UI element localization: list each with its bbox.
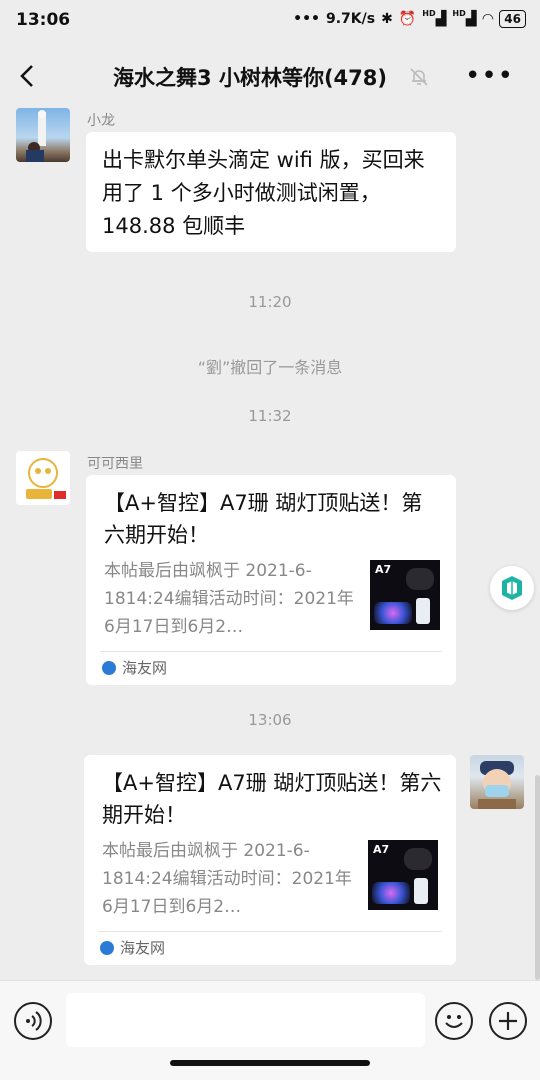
timestamp: 11:32	[248, 407, 292, 425]
signal-icon: ▟	[465, 11, 477, 27]
timestamp: 11:20	[248, 293, 292, 311]
cartoon-logo-icon	[26, 458, 66, 499]
card-divider	[100, 651, 442, 652]
signal-icon: ▟	[435, 11, 447, 27]
home-indicator[interactable]	[170, 1060, 370, 1066]
card-title: 【A+智控】A7珊 瑚灯顶贴送！第六期开始！	[102, 771, 442, 827]
phone-icon	[414, 878, 428, 904]
wifi-icon: ◠	[482, 11, 494, 27]
timestamp: 13:06	[248, 711, 292, 729]
status-icons: ••• 9.7K/s ✱ ⏰ HD▟ HD▟ ◠ 46	[293, 10, 526, 28]
link-card[interactable]: 【A+智控】A7珊 瑚灯顶贴送！第六期开始！ 本帖最后由飒枫于 2021-6-1…	[86, 475, 456, 685]
cube-icon	[502, 576, 522, 600]
avatar-xiaolong[interactable]	[16, 108, 70, 162]
statue-icon	[26, 110, 46, 162]
more-options-icon[interactable]: •••	[465, 63, 514, 89]
plus-icon	[499, 1012, 517, 1030]
source-logo-icon	[102, 660, 116, 675]
card-thumbnail: A7	[368, 840, 438, 910]
more-functions-button[interactable]	[489, 1002, 527, 1040]
scrollbar[interactable]	[535, 775, 540, 980]
smiley-icon	[445, 1015, 463, 1028]
signal-1: HD▟	[422, 9, 447, 28]
voice-icon	[26, 1011, 42, 1031]
status-bar: 13:06 ••• 9.7K/s ✱ ⏰ HD▟ HD▟ ◠ 46	[0, 0, 540, 44]
battery-icon: 46	[499, 10, 526, 28]
thumb-label: A7	[373, 843, 390, 856]
coral-glow	[372, 882, 410, 904]
avatar-kekexili[interactable]	[16, 451, 70, 505]
recall-notice: “劉”撤回了一条消息	[197, 358, 343, 377]
source-name: 海友网	[122, 659, 168, 677]
thumb-label: A7	[375, 563, 392, 576]
coral-glow	[374, 602, 412, 624]
emoji-button[interactable]	[435, 1002, 473, 1040]
sender-name: 小龙	[87, 113, 115, 129]
coral-light-icon	[406, 568, 434, 590]
card-source: 海友网	[100, 937, 165, 958]
card-divider	[98, 931, 442, 932]
voice-button[interactable]	[14, 1002, 52, 1040]
signal-2: HD▟	[452, 9, 477, 28]
avatar-self[interactable]	[470, 755, 524, 809]
message-text: 出卡默尔单头滴定 wifi 版，买回来用了 1 个多小时做测试闲置，148.88…	[102, 148, 425, 238]
phone-icon	[416, 598, 430, 624]
message-bubble[interactable]: 出卡默尔单头滴定 wifi 版，买回来用了 1 个多小时做测试闲置，148.88…	[86, 132, 456, 252]
card-thumbnail: A7	[370, 560, 440, 630]
source-name: 海友网	[120, 939, 166, 957]
message-input[interactable]	[66, 993, 425, 1047]
card-source: 海友网	[102, 657, 167, 678]
status-time: 13:06	[16, 10, 71, 30]
card-description: 本帖最后由飒枫于 2021-6-1814:24编辑活动时间：2021年6月17日…	[102, 841, 352, 917]
mute-bell-icon	[410, 68, 428, 86]
chat-title: 海水之舞3 小树林等你(478)	[113, 66, 387, 90]
bluetooth-icon: ✱	[381, 11, 393, 27]
child-photo-icon	[478, 761, 516, 809]
sender-name: 可可西里	[87, 456, 143, 472]
card-description: 本帖最后由飒枫于 2021-6-1814:24编辑活动时间：2021年6月17日…	[104, 561, 354, 637]
alarm-icon: ⏰	[398, 11, 417, 27]
card-title: 【A+智控】A7珊 瑚灯顶贴送！第六期开始！	[104, 491, 423, 547]
back-arrow-icon[interactable]	[14, 62, 42, 90]
more-dots-icon: •••	[293, 11, 320, 27]
network-speed: 9.7K/s	[325, 11, 376, 27]
coral-light-icon	[404, 848, 432, 870]
link-card[interactable]: 【A+智控】A7珊 瑚灯顶贴送！第六期开始！ 本帖最后由飒枫于 2021-6-1…	[84, 755, 456, 965]
floating-app-button[interactable]	[490, 566, 534, 610]
source-logo-icon	[100, 940, 114, 955]
chat-header: 海水之舞3 小树林等你(478) •••	[0, 44, 540, 110]
